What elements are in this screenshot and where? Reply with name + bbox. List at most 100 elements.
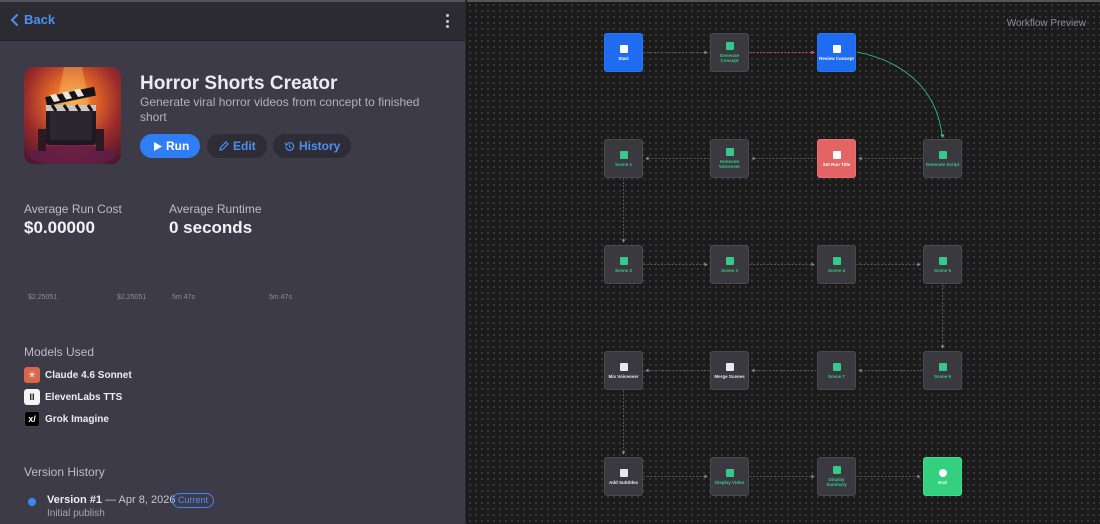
node-icon (938, 362, 947, 371)
node-icon (725, 362, 734, 371)
workflow-node-set-run-title[interactable]: Set Run Title (817, 139, 856, 178)
clapperboard-image (28, 67, 116, 164)
node-icon (619, 44, 628, 53)
workflow-node-mix-voiceover[interactable]: Mix Voiceover (604, 351, 643, 390)
model-name: Claude 4.6 Sonnet (45, 369, 132, 381)
average-runtime-value: 0 seconds (169, 218, 253, 237)
workflow-edges (621, 50, 945, 479)
node-label: Scene 3 (720, 267, 738, 273)
node-label: Merge Scenes (714, 373, 745, 379)
edge-arrow (917, 474, 921, 479)
workflow-node-generate-concept[interactable]: Generate Concept (710, 33, 749, 72)
back-label: Back (24, 12, 56, 27)
model-item: II ElevenLabs TTS (24, 389, 122, 405)
edit-label: Edit (233, 139, 256, 153)
node-icon (938, 150, 947, 159)
edge-arrow (621, 239, 626, 243)
history-icon (284, 141, 295, 151)
edge-arrow (917, 262, 921, 267)
page-title: Horror Shorts Creator (140, 73, 338, 94)
node-icon (725, 468, 734, 477)
pencil-icon (219, 141, 229, 151)
average-runtime-label: Average Runtime (169, 202, 262, 216)
node-icon (619, 468, 628, 477)
edge-arrow (621, 451, 626, 455)
workflow-node-start[interactable]: Start (604, 33, 643, 72)
workflow-node-generate-voiceover[interactable]: Generate Voiceover (710, 139, 749, 178)
version-dot-icon (28, 498, 36, 506)
node-icon (832, 256, 841, 265)
workflow-node-scene-6[interactable]: Scene 6 (923, 351, 962, 390)
run-button[interactable]: Run (140, 134, 200, 158)
cost-tick-label: $2.25051 (117, 294, 147, 301)
workflow-preview-canvas[interactable]: Workflow Preview Start Generate Concept Re… (467, 0, 1100, 524)
workflow-node-end[interactable]: End (923, 457, 962, 496)
version-history-title: Version History (24, 465, 105, 479)
edge-arrow (645, 156, 649, 161)
node-icon (725, 256, 734, 265)
node-icon (619, 362, 628, 371)
workflow-node-display-summary[interactable]: Display Summary (817, 457, 856, 496)
edge-arrow (858, 368, 862, 373)
average-run-cost-value: $0.00000 (24, 218, 95, 237)
workflow-node-scene-5[interactable]: Scene 5 (923, 245, 962, 284)
edge-review-concept-to-generate-script (856, 51, 943, 136)
node-label: Add Subtitles (609, 479, 638, 485)
node-label: Scene 5 (933, 267, 951, 273)
node-label: Mix Voiceover (608, 373, 639, 379)
edge-arrow (704, 50, 708, 55)
node-label: Generate Script (925, 161, 960, 167)
workflow-node-merge-scenes[interactable]: Merge Scenes (710, 351, 749, 390)
node-label: Start (618, 55, 629, 61)
node-label: Set Run Title (822, 161, 851, 167)
history-button[interactable]: History (273, 134, 351, 158)
model-name: ElevenLabs TTS (45, 391, 123, 403)
node-label: Scene 6 (933, 373, 951, 379)
workflow-node-scene-3[interactable]: Scene 3 (710, 245, 749, 284)
run-label: Run (166, 139, 190, 153)
node-icon (619, 256, 628, 265)
workflow-node-display-video[interactable]: Display Video (710, 457, 749, 496)
node-icon (938, 468, 947, 477)
back-button[interactable]: Back (10, 12, 55, 27)
workflow-node-scene-4[interactable]: Scene 4 (817, 245, 856, 284)
workflow-node-scene-7[interactable]: Scene 7 (817, 351, 856, 390)
edge-arrow (811, 50, 815, 55)
node-icon (725, 148, 734, 156)
edge-arrow (811, 262, 815, 267)
version-date: — Apr 8, 2026 (105, 494, 176, 506)
node-icon (938, 256, 947, 265)
workflow-node-scene-1[interactable]: Scene 1 (604, 139, 643, 178)
cost-tick-label: $2.25051 (28, 294, 58, 301)
edge-arrow (940, 134, 945, 138)
elevenlabs-icon: II (24, 389, 40, 405)
node-icon (725, 42, 734, 50)
version-entry[interactable]: Version #1 — Apr 8, 2026 (47, 494, 175, 506)
model-item: x/ Grok Imagine (24, 411, 109, 427)
grok-icon: x/ (24, 411, 40, 427)
edge-arrow (751, 156, 755, 161)
chevron-left-icon (10, 13, 18, 26)
edge-arrow (645, 368, 649, 373)
workflow-node-review-concept[interactable]: Review Concept (817, 33, 856, 72)
node-label: Scene 4 (827, 267, 845, 273)
edge-arrow (704, 262, 708, 267)
workflow-node-generate-script[interactable]: Generate Script (923, 139, 962, 178)
workflow-node-scene-2[interactable]: Scene 2 (604, 245, 643, 284)
workflow-thumbnail (24, 67, 121, 164)
node-label: Review Concept (819, 55, 854, 61)
model-item: ✳ Claude 4.6 Sonnet (24, 367, 132, 383)
edge-arrow (811, 474, 815, 479)
edge-arrow (751, 368, 755, 373)
edge-arrow (858, 156, 862, 161)
version-note: Initial publish (47, 508, 105, 519)
top-bar: Back (0, 0, 465, 41)
node-icon (619, 150, 628, 159)
edit-button[interactable]: Edit (207, 134, 267, 158)
runtime-tick-label: 5m 47s (269, 294, 292, 301)
workflow-details-panel: Back Horror Shorts Creator Generate vira… (0, 0, 466, 524)
claude-icon: ✳ (24, 367, 40, 383)
node-icon (832, 362, 841, 371)
workflow-node-add-subtitles[interactable]: Add Subtitles (604, 457, 643, 496)
more-options-icon[interactable] (446, 14, 450, 28)
